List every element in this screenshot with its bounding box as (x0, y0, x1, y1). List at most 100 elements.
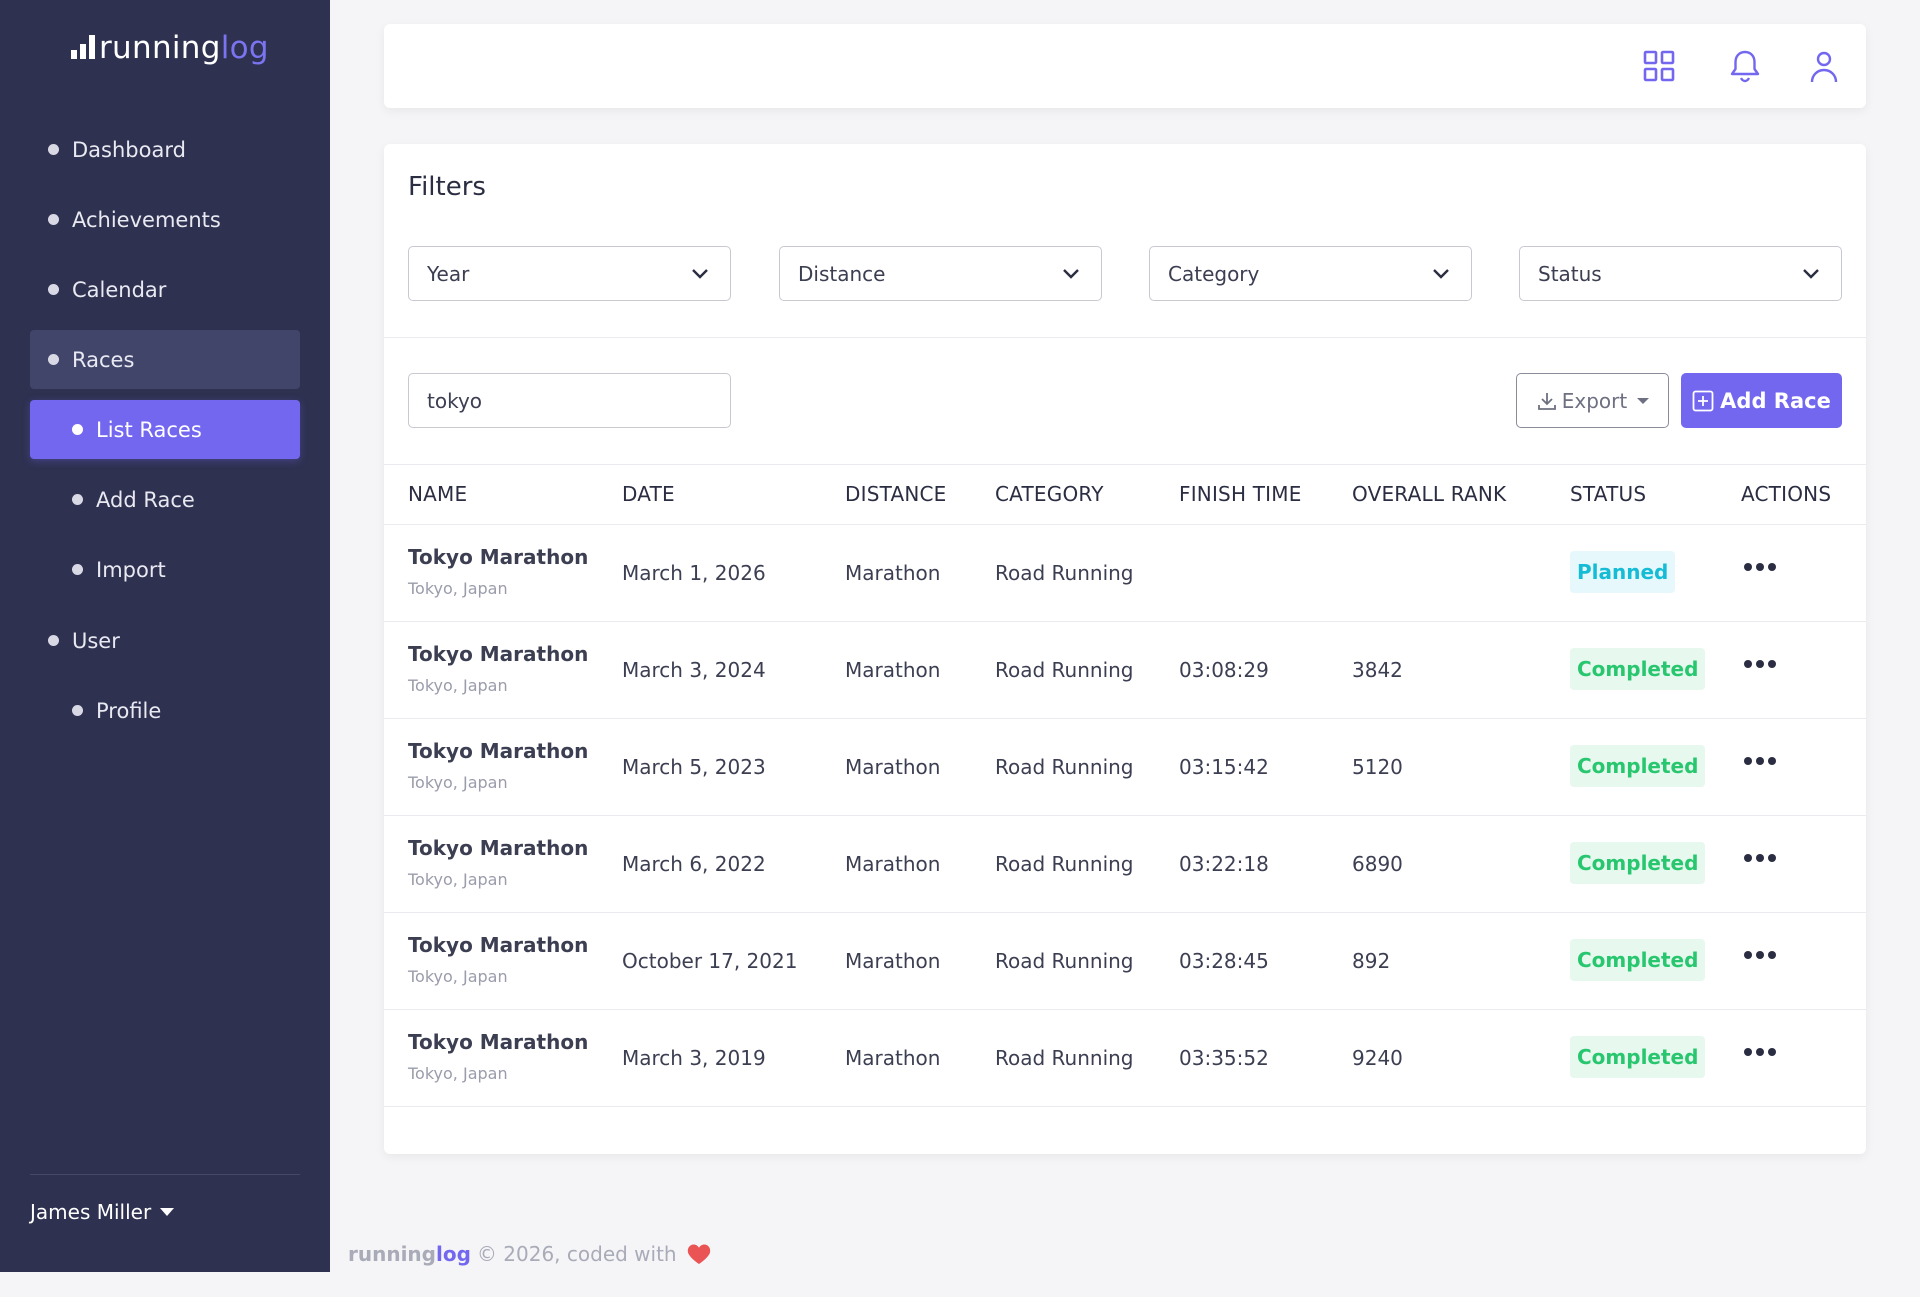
race-distance: Marathon (845, 949, 941, 973)
race-finish-time: 03:28:45 (1179, 949, 1269, 973)
race-category: Road Running (995, 949, 1134, 973)
sidebar-item-label: Profile (96, 698, 162, 723)
more-actions-icon[interactable] (1744, 854, 1776, 862)
sidebar-item-dashboard[interactable]: Dashboard (30, 120, 300, 179)
race-distance: Marathon (845, 755, 941, 779)
race-name[interactable]: Tokyo Marathon (408, 933, 588, 957)
table-row: Tokyo Marathon Tokyo, Japan March 3, 202… (384, 622, 1866, 719)
column-header-name[interactable]: NAME (408, 482, 467, 506)
chevron-down-icon (1433, 269, 1449, 279)
sidebar-item-calendar[interactable]: Calendar (30, 260, 300, 319)
race-rank: 3842 (1352, 658, 1403, 682)
brand-part2: log (220, 30, 269, 66)
brand-part1: running (99, 30, 221, 66)
bullet-icon (48, 354, 59, 365)
column-header-overall-rank[interactable]: OVERALL RANK (1352, 482, 1506, 506)
race-name[interactable]: Tokyo Marathon (408, 642, 588, 666)
status-select[interactable]: Status (1519, 246, 1842, 301)
more-actions-icon[interactable] (1744, 951, 1776, 959)
sidebar-item-user[interactable]: User (30, 611, 300, 670)
column-header-category[interactable]: CATEGORY (995, 482, 1104, 506)
race-finish-time: 03:08:29 (1179, 658, 1269, 682)
race-location: Tokyo, Japan (408, 773, 508, 792)
status-badge: Completed (1570, 842, 1706, 884)
race-category: Road Running (995, 1046, 1134, 1070)
sidebar-item-label: User (72, 628, 120, 653)
bullet-icon (72, 494, 83, 505)
download-icon (1537, 392, 1556, 410)
apps-grid-icon[interactable] (1641, 48, 1677, 84)
year-select[interactable]: Year (408, 246, 731, 301)
race-location: Tokyo, Japan (408, 676, 508, 695)
race-date: March 3, 2019 (622, 1046, 766, 1070)
footer-brand-part1: running (348, 1242, 436, 1266)
sidebar-item-list-races[interactable]: List Races (30, 400, 300, 459)
race-location: Tokyo, Japan (408, 967, 508, 986)
bullet-icon (72, 705, 83, 716)
races-card: Filters Year Distance Category Status Ex… (384, 144, 1866, 1154)
column-header-date[interactable]: DATE (622, 482, 675, 506)
heart-icon (687, 1244, 710, 1264)
race-location: Tokyo, Japan (408, 870, 508, 889)
sidebar-item-races[interactable]: Races (30, 330, 300, 389)
column-header-finish-time[interactable]: FINISH TIME (1179, 482, 1302, 506)
distance-select[interactable]: Distance (779, 246, 1102, 301)
add-race-button[interactable]: Add Race (1681, 373, 1842, 428)
sidebar-nav: Dashboard Achievements Calendar Races Li… (30, 120, 300, 751)
bell-icon[interactable] (1727, 48, 1763, 84)
caret-down-icon (1637, 397, 1650, 404)
footer-brand-part2[interactable]: log (436, 1242, 471, 1266)
race-distance: Marathon (845, 658, 941, 682)
more-actions-icon[interactable] (1744, 563, 1776, 571)
chevron-down-icon (1063, 269, 1079, 279)
race-category: Road Running (995, 852, 1134, 876)
more-actions-icon[interactable] (1744, 1048, 1776, 1056)
user-icon[interactable] (1806, 48, 1842, 84)
race-date: October 17, 2021 (622, 949, 798, 973)
caret-down-icon (160, 1208, 175, 1216)
more-actions-icon[interactable] (1744, 757, 1776, 765)
category-select[interactable]: Category (1149, 246, 1472, 301)
plus-square-icon (1692, 390, 1714, 411)
race-date: March 3, 2024 (622, 658, 766, 682)
race-name[interactable]: Tokyo Marathon (408, 545, 588, 569)
race-distance: Marathon (845, 1046, 941, 1070)
bullet-icon (48, 144, 59, 155)
select-value: Distance (798, 261, 886, 286)
table-row: Tokyo Marathon Tokyo, Japan March 5, 202… (384, 719, 1866, 816)
footer: running log © 2026, coded with (348, 1242, 711, 1266)
column-header-distance[interactable]: DISTANCE (845, 482, 947, 506)
column-header-status[interactable]: STATUS (1570, 482, 1646, 506)
race-date: March 5, 2023 (622, 755, 766, 779)
bullet-icon (48, 284, 59, 295)
table-row: Tokyo Marathon Tokyo, Japan March 1, 202… (384, 525, 1866, 622)
status-badge: Completed (1570, 939, 1706, 981)
more-actions-icon[interactable] (1744, 660, 1776, 668)
table-row: Tokyo Marathon Tokyo, Japan March 3, 201… (384, 1010, 1866, 1107)
status-badge: Completed (1570, 745, 1706, 787)
user-menu[interactable]: James Miller (30, 1200, 175, 1224)
sidebar-item-label: Calendar (72, 277, 167, 302)
race-location: Tokyo, Japan (408, 1064, 508, 1083)
brand-logo[interactable]: running log (71, 30, 269, 66)
race-name[interactable]: Tokyo Marathon (408, 1030, 588, 1054)
race-distance: Marathon (845, 852, 941, 876)
race-name[interactable]: Tokyo Marathon (408, 836, 588, 860)
sidebar-item-achievements[interactable]: Achievements (30, 190, 300, 249)
race-name[interactable]: Tokyo Marathon (408, 739, 588, 763)
sidebar-item-profile[interactable]: Profile (30, 681, 300, 740)
add-race-label: Add Race (1720, 388, 1831, 413)
chevron-down-icon (1803, 269, 1819, 279)
divider (384, 337, 1866, 338)
race-finish-time: 03:15:42 (1179, 755, 1269, 779)
status-badge: Completed (1570, 1036, 1706, 1078)
status-badge: Planned (1570, 551, 1676, 593)
search-input[interactable] (408, 373, 731, 428)
race-category: Road Running (995, 755, 1134, 779)
sidebar-divider (30, 1174, 300, 1175)
race-category: Road Running (995, 658, 1134, 682)
race-rank: 6890 (1352, 852, 1403, 876)
export-button[interactable]: Export (1516, 373, 1669, 428)
sidebar-item-import[interactable]: Import (30, 540, 300, 599)
sidebar-item-add-race[interactable]: Add Race (30, 470, 300, 529)
